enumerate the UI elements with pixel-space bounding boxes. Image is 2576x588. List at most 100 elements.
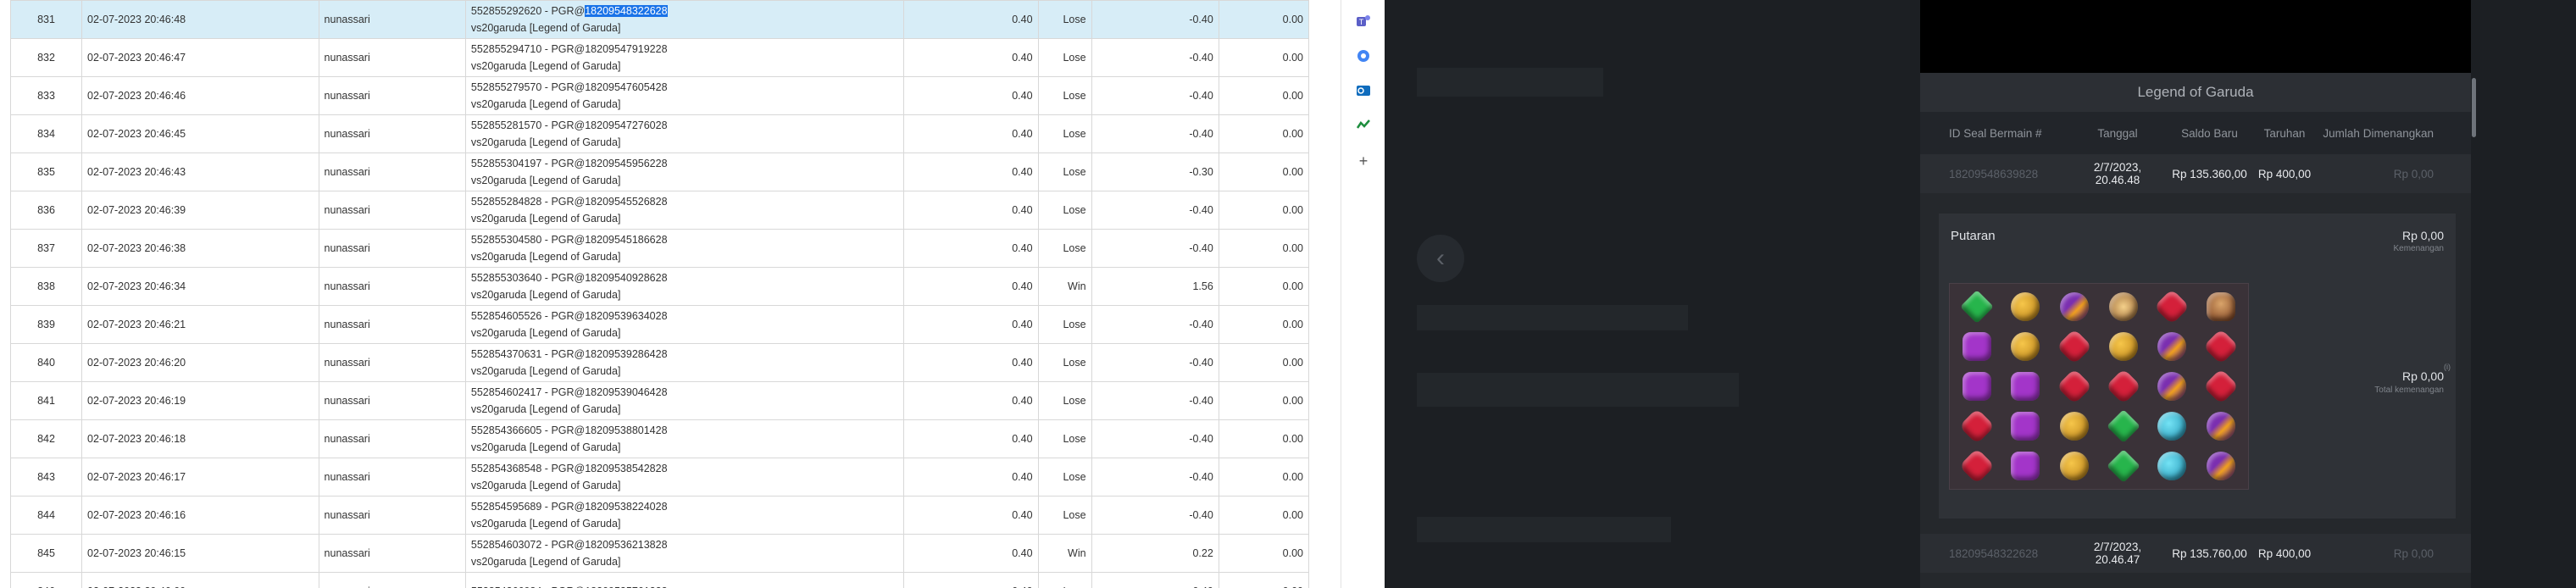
game-round-row[interactable]: 18209548322628 2/7/2023, 20.46.47 Rp 135… <box>1920 534 2471 573</box>
game-name: vs20garuda [Legend of Garuda] <box>470 518 621 530</box>
row-username: nunassari <box>318 381 466 420</box>
row-username: nunassari <box>318 534 466 573</box>
game-name: vs20garuda [Legend of Garuda] <box>470 22 621 34</box>
selected-text[interactable]: 18209548322628 <box>585 5 668 17</box>
row-number: 834 <box>9 114 83 153</box>
purple-symbol-icon <box>1953 327 2001 365</box>
row-bet: 0.40 <box>902 76 1039 115</box>
round-bet: Rp 400,00 <box>2257 546 2312 560</box>
row-number: 841 <box>9 381 83 420</box>
row-jackpot: 0.00 <box>1218 191 1310 230</box>
reference-line: 552854595689 - PGR@18209538224028 <box>470 501 668 513</box>
gold-symbol-icon <box>2051 408 2098 446</box>
table-row[interactable]: 837 02-07-2023 20:46:38 nunassari 552855304… <box>9 229 1310 268</box>
row-win-loss: -0.40 <box>1091 191 1219 230</box>
drive-icon[interactable] <box>1355 47 1372 64</box>
row-reference: 552855303640 - PGR@18209540928628 vs20gar… <box>464 267 904 306</box>
add-icon[interactable]: + <box>1355 153 1372 169</box>
row-number: 833 <box>9 76 83 115</box>
purple-symbol-icon <box>1953 367 2001 405</box>
row-datetime: 02-07-2023 20:46:38 <box>81 229 319 268</box>
table-row[interactable]: 835 02-07-2023 20:46:43 nunassari 552855304… <box>9 153 1310 191</box>
table-row[interactable]: 844 02-07-2023 20:46:16 nunassari 552854595… <box>9 496 1310 535</box>
row-username: nunassari <box>318 153 466 191</box>
row-reference: 552854595689 - PGR@18209538224028 vs20gar… <box>464 496 904 535</box>
spin-label: Putaran <box>1951 229 1996 243</box>
teams-icon[interactable]: T <box>1355 13 1372 30</box>
spin-detail-card: Putaran Rp 0,00 Kemenangan (i) Rp 0,00 T… <box>1939 214 2456 519</box>
reference-line: 552854366984 - PGR@18209535761228 <box>471 583 898 588</box>
table-row[interactable]: 839 02-07-2023 20:46:21 nunassari 552854605… <box>9 305 1310 344</box>
spin-win-amount: Rp 0,00 <box>2401 229 2444 242</box>
row-datetime: 02-07-2023 20:46:43 <box>81 153 319 191</box>
info-icon[interactable]: (i) <box>2444 363 2451 371</box>
row-reference: 552855281570 - PGR@18209547276028 vs20gar… <box>464 114 904 153</box>
row-datetime: 02-07-2023 20:46:20 <box>81 343 319 382</box>
row-win-loss: -0.40 <box>1091 343 1219 382</box>
table-row[interactable]: 834 02-07-2023 20:46:45 nunassari 552855281… <box>9 114 1310 153</box>
gold-symbol-icon <box>2100 327 2147 365</box>
row-datetime: 02-07-2023 20:46:45 <box>81 114 319 153</box>
outlook-icon[interactable] <box>1355 82 1372 99</box>
row-username: nunassari <box>318 0 466 39</box>
cyan-symbol-icon <box>2149 408 2196 446</box>
green-symbol-icon <box>2100 447 2147 485</box>
game-name: vs20garuda [Legend of Garuda] <box>470 175 621 186</box>
table-row[interactable]: 831 02-07-2023 20:46:48 nunassari 552855292… <box>9 0 1310 39</box>
row-datetime: 02-07-2023 20:46:17 <box>81 458 319 496</box>
history-pane: 831 02-07-2023 20:46:48 nunassari 552855292… <box>0 0 1328 588</box>
purple-symbol-icon <box>2002 447 2050 485</box>
row-bet: 0.40 <box>902 38 1039 77</box>
green-symbol-icon <box>1953 287 2001 325</box>
game-title: Legend of Garuda <box>1920 73 2471 112</box>
row-number: 842 <box>9 419 83 458</box>
game-name: vs20garuda [Legend of Garuda] <box>470 251 621 263</box>
total-win-caption: Total kemenangan <box>2374 386 2444 395</box>
round-balance: Rp 135.760,00 <box>2172 546 2247 560</box>
table-row[interactable]: 833 02-07-2023 20:46:46 nunassari 552855279… <box>9 76 1310 115</box>
game-name: vs20garuda [Legend of Garuda] <box>470 136 621 148</box>
row-win-loss: 1.56 <box>1091 267 1219 306</box>
game-name: vs20garuda [Legend of Garuda] <box>470 441 621 453</box>
sheets-icon[interactable] <box>1355 117 1372 134</box>
reference-line: 552854366605 - PGR@18209538801428 <box>470 424 668 436</box>
row-win-loss: -0.40 <box>1091 305 1219 344</box>
row-win-loss: -0.30 <box>1091 153 1219 191</box>
row-bet: 0.40 <box>902 153 1039 191</box>
table-row[interactable]: 832 02-07-2023 20:46:47 nunassari 552855294… <box>9 38 1310 77</box>
game-history-pane: ‹ Legend of Garuda ID Seal Bermain # Tan… <box>1385 0 2576 588</box>
table-row[interactable]: 845 02-07-2023 20:46:15 nunassari 552854603… <box>9 534 1310 573</box>
row-win-loss: -0.40 <box>1091 419 1219 458</box>
row-result: Lose <box>1037 419 1092 458</box>
row-number: 845 <box>9 534 83 573</box>
table-row[interactable]: 843 02-07-2023 20:46:17 nunassari 552854368… <box>9 458 1310 496</box>
red-symbol-icon <box>2051 367 2098 405</box>
red-symbol-icon <box>2051 327 2098 365</box>
row-username: nunassari <box>318 191 466 230</box>
table-row[interactable]: 842 02-07-2023 20:46:18 nunassari 552854366… <box>9 419 1310 458</box>
table-row[interactable]: 84602-07-2023 20:46:00nunassari 552854366… <box>9 572 1310 588</box>
svg-text:T: T <box>1359 18 1364 26</box>
reference-prefix: 552855292620 - PGR@ <box>470 5 586 17</box>
row-datetime: 02-07-2023 20:46:18 <box>81 419 319 458</box>
table-row[interactable]: 838 02-07-2023 20:46:34 nunassari 552855303… <box>9 267 1310 306</box>
row-bet: 0.40 <box>902 572 1039 588</box>
row-result: Lose <box>1037 381 1092 420</box>
row-reference: 552855304197 - PGR@18209545956228 vs20gar… <box>464 153 904 191</box>
reel-grid <box>1949 283 2249 490</box>
wand-symbol-icon <box>2149 327 2196 365</box>
game-round-row[interactable]: 18209548639828 2/7/2023, 20.46.48 Rp 135… <box>1920 154 2471 193</box>
row-reference: 552855292620 - PGR@18209548322628 vs20gar… <box>464 0 904 39</box>
row-result: Win <box>1037 534 1092 573</box>
game-name: vs20garuda [Legend of Garuda] <box>470 365 621 377</box>
panel-scrollbar-thumb[interactable] <box>2472 78 2476 137</box>
round-detail-panel: Legend of Garuda ID Seal Bermain # Tangg… <box>1920 0 2471 588</box>
table-row[interactable]: 836 02-07-2023 20:46:39 nunassari 552855284… <box>9 191 1310 230</box>
purple-symbol-icon <box>2002 367 2050 405</box>
table-row[interactable]: 840 02-07-2023 20:46:20 nunassari 552854370… <box>9 343 1310 382</box>
gold-symbol-icon <box>2002 287 2050 325</box>
back-button[interactable]: ‹ <box>1417 235 1464 282</box>
row-username: nunassari <box>318 572 466 588</box>
table-row[interactable]: 841 02-07-2023 20:46:19 nunassari 552854602… <box>9 381 1310 420</box>
row-reference: 552855294710 - PGR@18209547919228 vs20gar… <box>464 38 904 77</box>
